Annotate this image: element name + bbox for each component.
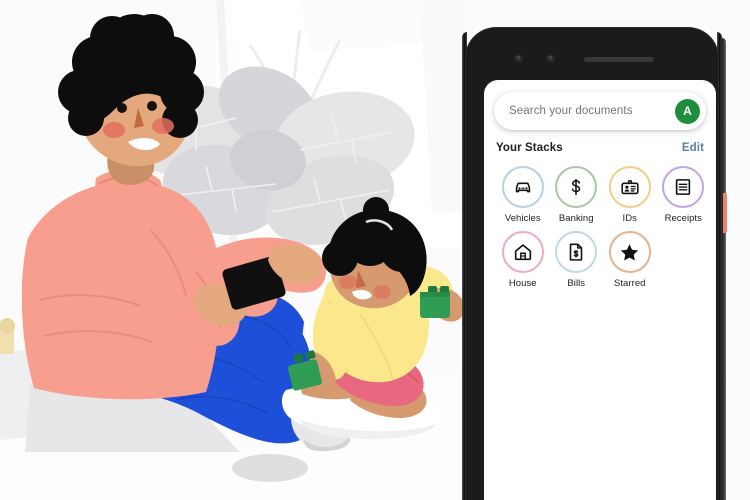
phone-top-bezel — [484, 38, 716, 80]
front-camera-secondary-icon — [546, 54, 555, 63]
account-avatar[interactable]: A — [675, 98, 700, 124]
stack-item-bills[interactable]: Bills — [550, 231, 604, 289]
stack-label-ids: IDs — [622, 213, 637, 224]
stack-label-receipts: Receipts — [664, 213, 702, 224]
stack-label-vehicles: Vehicles — [504, 213, 541, 224]
stack-ring-vehicles — [501, 166, 544, 208]
edit-stacks-button[interactable]: Edit — [682, 142, 704, 154]
id-card-icon — [621, 179, 639, 195]
phone-mockup: Search your documents A Your Stacks Edit — [458, 28, 727, 500]
eye-right — [147, 101, 157, 111]
stack-item-vehicles[interactable]: Vehicles — [496, 166, 550, 224]
stack-ring-banking — [555, 166, 598, 208]
stack-ring-receipts — [662, 166, 705, 208]
stack-label-house: House — [508, 278, 537, 289]
dollar-icon — [572, 178, 581, 196]
star-icon — [621, 243, 639, 261]
stack-item-ids[interactable]: IDs — [603, 166, 657, 224]
eye-left — [117, 103, 127, 113]
earpiece-speaker-icon — [584, 57, 654, 62]
page-title: Your Stacks — [496, 142, 563, 154]
stack-ring-ids — [608, 166, 651, 208]
stack-ring-bills — [555, 231, 598, 273]
front-camera-icon — [514, 54, 523, 63]
stack-label-bills: Bills — [567, 278, 586, 289]
receipt-icon — [676, 179, 691, 195]
child-cheek-right — [373, 285, 391, 299]
search-input[interactable]: Search your documents — [509, 105, 675, 117]
stack-label-starred: Starred — [613, 278, 646, 289]
cheek-left — [103, 122, 125, 138]
bill-doc-icon — [569, 243, 583, 261]
adult-and-child-illustration — [0, 0, 470, 500]
power-button[interactable] — [723, 193, 727, 233]
stack-ring-house — [501, 231, 544, 273]
phone-outer-right-edge — [722, 38, 727, 500]
stack-item-receipts[interactable]: Receipts — [657, 166, 711, 224]
stack-item-starred[interactable]: Starred — [603, 231, 657, 289]
stack-item-banking[interactable]: Banking — [550, 166, 604, 224]
phone-screen: Search your documents A Your Stacks Edit — [484, 80, 716, 500]
stacks-grid: Vehicles Banking IDs Receipts House Bill… — [496, 166, 710, 289]
child-cheek-left — [339, 275, 357, 289]
promo-scene: Search your documents A Your Stacks Edit — [0, 0, 750, 500]
hair-bun — [363, 197, 389, 223]
car-icon — [515, 182, 530, 193]
cheek-right — [152, 118, 174, 134]
stack-item-house[interactable]: House — [496, 231, 550, 289]
stack-label-banking: Banking — [558, 213, 594, 224]
phone-body: Search your documents A Your Stacks Edit — [466, 28, 718, 500]
corner-plant — [0, 318, 15, 354]
house-icon — [514, 244, 531, 261]
search-bar[interactable]: Search your documents A — [494, 92, 706, 130]
stack-ring-starred — [608, 231, 651, 273]
stacks-section-header: Your Stacks Edit — [496, 142, 704, 154]
